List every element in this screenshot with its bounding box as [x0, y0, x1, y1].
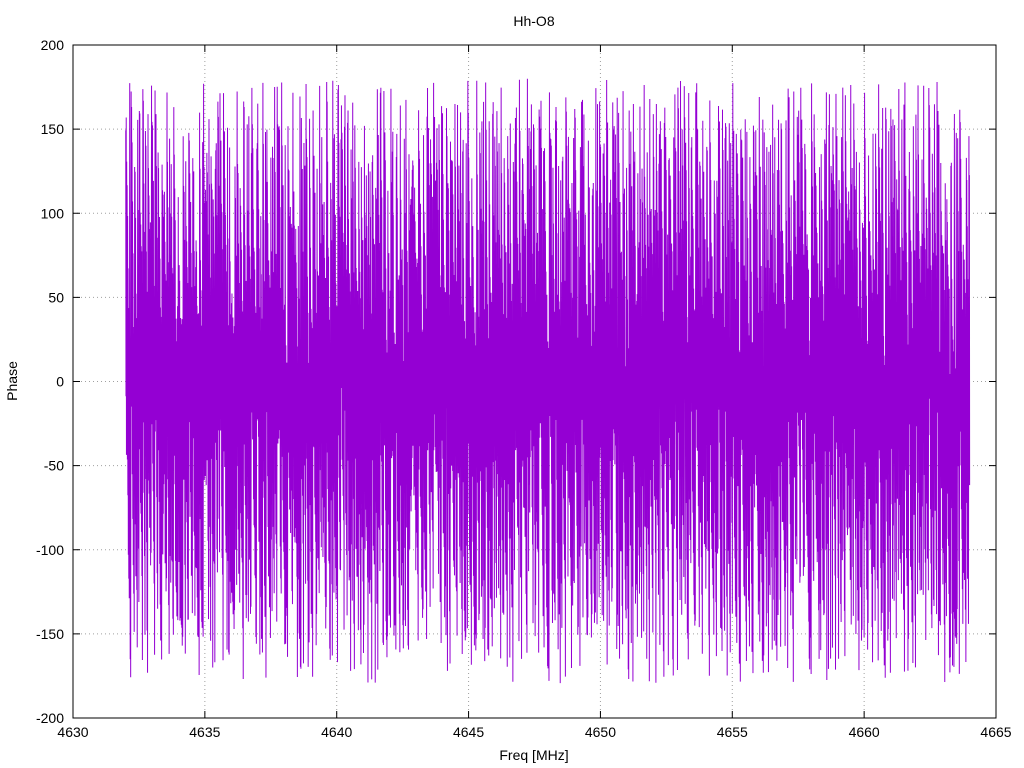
y-tick-label: -200 — [36, 710, 64, 726]
y-tick-label: 100 — [41, 205, 65, 221]
y-tick-label: -150 — [36, 626, 64, 642]
x-tick-label: 4645 — [453, 724, 484, 740]
y-tick-label: 150 — [41, 121, 65, 137]
y-tick-label: -100 — [36, 542, 64, 558]
y-tick-label: 50 — [48, 289, 64, 305]
chart-title: Hh-O8 — [513, 13, 554, 29]
x-tick-label: 4630 — [57, 724, 88, 740]
x-axis-label: Freq [MHz] — [499, 747, 568, 763]
x-tick-labels: 4630 4635 4640 4645 4650 4655 4660 4665 — [57, 724, 1011, 740]
y-axis-label: Phase — [4, 361, 20, 401]
y-tick-label: 0 — [56, 374, 64, 390]
x-tick-label: 4635 — [189, 724, 220, 740]
series-phase — [125, 78, 971, 684]
x-tick-label: 4640 — [321, 724, 352, 740]
x-tick-label: 4655 — [717, 724, 748, 740]
x-tick-label: 4660 — [849, 724, 880, 740]
x-tick-label: 4665 — [980, 724, 1011, 740]
y-tick-label: 200 — [41, 37, 65, 53]
y-tick-label: -50 — [44, 458, 64, 474]
y-tick-labels: -200 -150 -100 -50 0 50 100 150 200 — [36, 37, 64, 726]
phase-chart: Hh-O8 4630 4635 4640 4645 4650 4655 4660 4665 -… — [4, 13, 1012, 763]
series-line — [125, 78, 971, 684]
x-tick-label: 4650 — [585, 724, 616, 740]
